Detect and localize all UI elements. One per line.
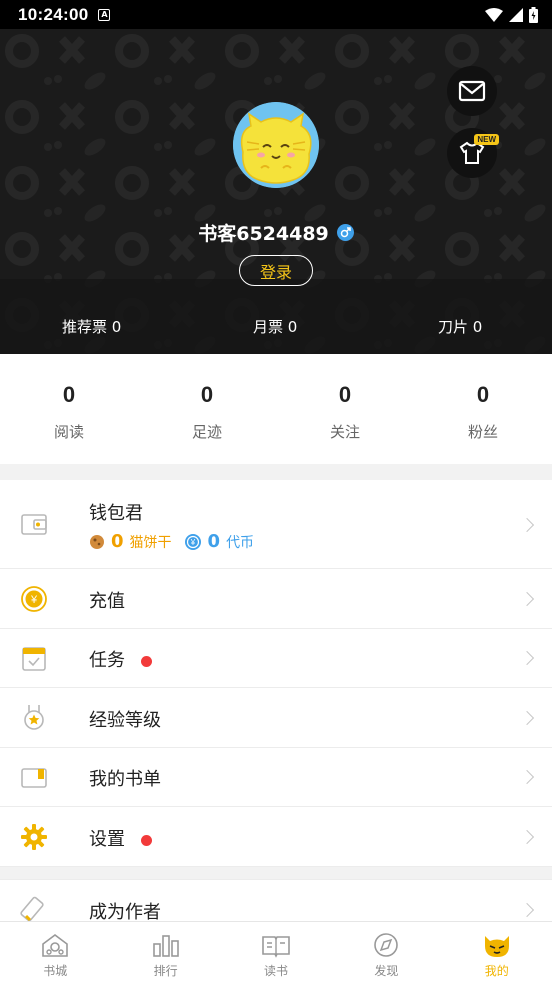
wallet-title: 钱包君 (89, 503, 143, 524)
stat-label: 阅读 (53, 423, 84, 441)
nav-bookstore[interactable]: 书城 (0, 922, 110, 983)
cookie-icon (90, 534, 104, 549)
coin-label: 代币 (226, 534, 255, 551)
cat-face-icon (484, 936, 509, 957)
status-bar: 10:24:00 A (0, 0, 552, 29)
cookie-value: 0 (111, 531, 124, 552)
nav-label: 我的 (484, 964, 509, 978)
stat-fans[interactable]: 0 粉丝 (443, 382, 523, 442)
nav-label: 书城 (43, 964, 68, 978)
chevron-right-icon (519, 829, 535, 845)
yuan-coin-icon: ¥ (21, 586, 47, 612)
settings-red-dot (141, 834, 152, 846)
username-row: 书客6524489 (0, 219, 552, 246)
stat-following[interactable]: 0 关注 (305, 382, 385, 442)
stat-value: 0 (200, 382, 214, 407)
tasks-row[interactable]: 任务 (0, 629, 552, 688)
svg-text:¥: ¥ (30, 594, 38, 606)
profile-page: 10:24:00 A NEW 书客6524489 登录 推荐票 0 月票 0 刀… (0, 0, 552, 983)
booklist-icon (21, 768, 47, 788)
booklist-row[interactable]: 我的书单 (0, 748, 552, 807)
settings-row[interactable]: 设置 (0, 807, 552, 867)
blade-ticket[interactable]: 刀片 0 (438, 316, 482, 337)
gear-icon (21, 824, 47, 850)
chevron-right-icon (519, 902, 535, 918)
nav-label: 发现 (374, 964, 399, 978)
tasks-red-dot (141, 655, 152, 667)
nav-label: 排行 (153, 964, 178, 978)
calendar-task-icon (22, 647, 46, 671)
open-book-icon (262, 936, 290, 958)
compass-icon (374, 933, 399, 957)
pencil-icon (20, 896, 44, 922)
username: 书客6524489 (198, 223, 329, 245)
status-time: 10:24:00 (18, 4, 89, 24)
mail-icon (458, 80, 486, 102)
settings-label: 设置 (89, 829, 125, 850)
new-badge: NEW (474, 134, 499, 145)
battery-icon (529, 6, 538, 23)
recommend-ticket[interactable]: 推荐票 0 (62, 316, 121, 337)
profile-header: NEW 书客6524489 登录 推荐票 0 月票 0 刀片 0 (0, 29, 552, 354)
stat-value: 0 (338, 382, 352, 407)
coin-icon: ¥ (184, 533, 201, 550)
monthly-ticket[interactable]: 月票 0 (253, 316, 297, 337)
medal-icon (24, 705, 44, 730)
house-icon (42, 934, 68, 957)
chevron-right-icon (519, 650, 535, 666)
nav-mine[interactable]: 我的 (442, 922, 552, 983)
nav-reading[interactable]: 读书 (221, 922, 331, 983)
stat-value: 0 (62, 382, 76, 407)
stat-value: 0 (476, 382, 490, 407)
notification-a-icon: A (98, 8, 111, 21)
wallet-row[interactable]: 钱包君 0 猫饼干 ¥ 0 代币 (0, 480, 552, 569)
nav-label: 读书 (263, 964, 288, 978)
cat-avatar-icon (233, 102, 319, 188)
stat-read[interactable]: 0 阅读 (29, 382, 109, 442)
level-label: 经验等级 (89, 710, 161, 731)
male-icon (336, 224, 354, 241)
chevron-right-icon (519, 591, 535, 607)
chevron-right-icon (519, 710, 535, 726)
tasks-label: 任务 (89, 650, 125, 671)
login-button[interactable]: 登录 (239, 255, 313, 286)
bar-chart-icon (152, 935, 179, 957)
nav-discover[interactable]: 发现 (331, 922, 441, 983)
stat-footprint[interactable]: 0 足迹 (167, 382, 247, 442)
stats-panel: 0 阅读 0 足迹 0 关注 0 粉丝 (0, 354, 552, 464)
nav-ranking[interactable]: 排行 (110, 922, 220, 983)
dressup-button[interactable]: NEW (447, 128, 499, 178)
stat-label: 关注 (329, 423, 360, 441)
wifi-icon (485, 7, 503, 22)
tasks-label-wrap: 任务 (89, 646, 152, 672)
wallet-icon (21, 514, 47, 535)
bottom-nav: 书城 排行 读书 发现 我的 (0, 921, 552, 983)
signal-icon (509, 7, 523, 22)
stat-label: 足迹 (191, 423, 222, 441)
coin-value: 0 (207, 531, 221, 552)
recharge-label: 充值 (89, 591, 125, 612)
settings-label-wrap: 设置 (89, 825, 152, 851)
svg-text:¥: ¥ (189, 538, 195, 547)
cookie-label: 猫饼干 (129, 534, 172, 551)
stat-label: 粉丝 (467, 423, 498, 441)
chevron-right-icon (519, 517, 535, 533)
message-button[interactable] (447, 66, 497, 116)
avatar[interactable] (233, 102, 319, 188)
wallet-balances: 0 猫饼干 ¥ 0 代币 (89, 531, 254, 552)
recharge-row[interactable]: ¥ 充值 (0, 569, 552, 629)
booklist-label: 我的书单 (89, 769, 161, 790)
level-row[interactable]: 经验等级 (0, 688, 552, 748)
chevron-right-icon (519, 769, 535, 785)
status-icons (485, 6, 538, 23)
